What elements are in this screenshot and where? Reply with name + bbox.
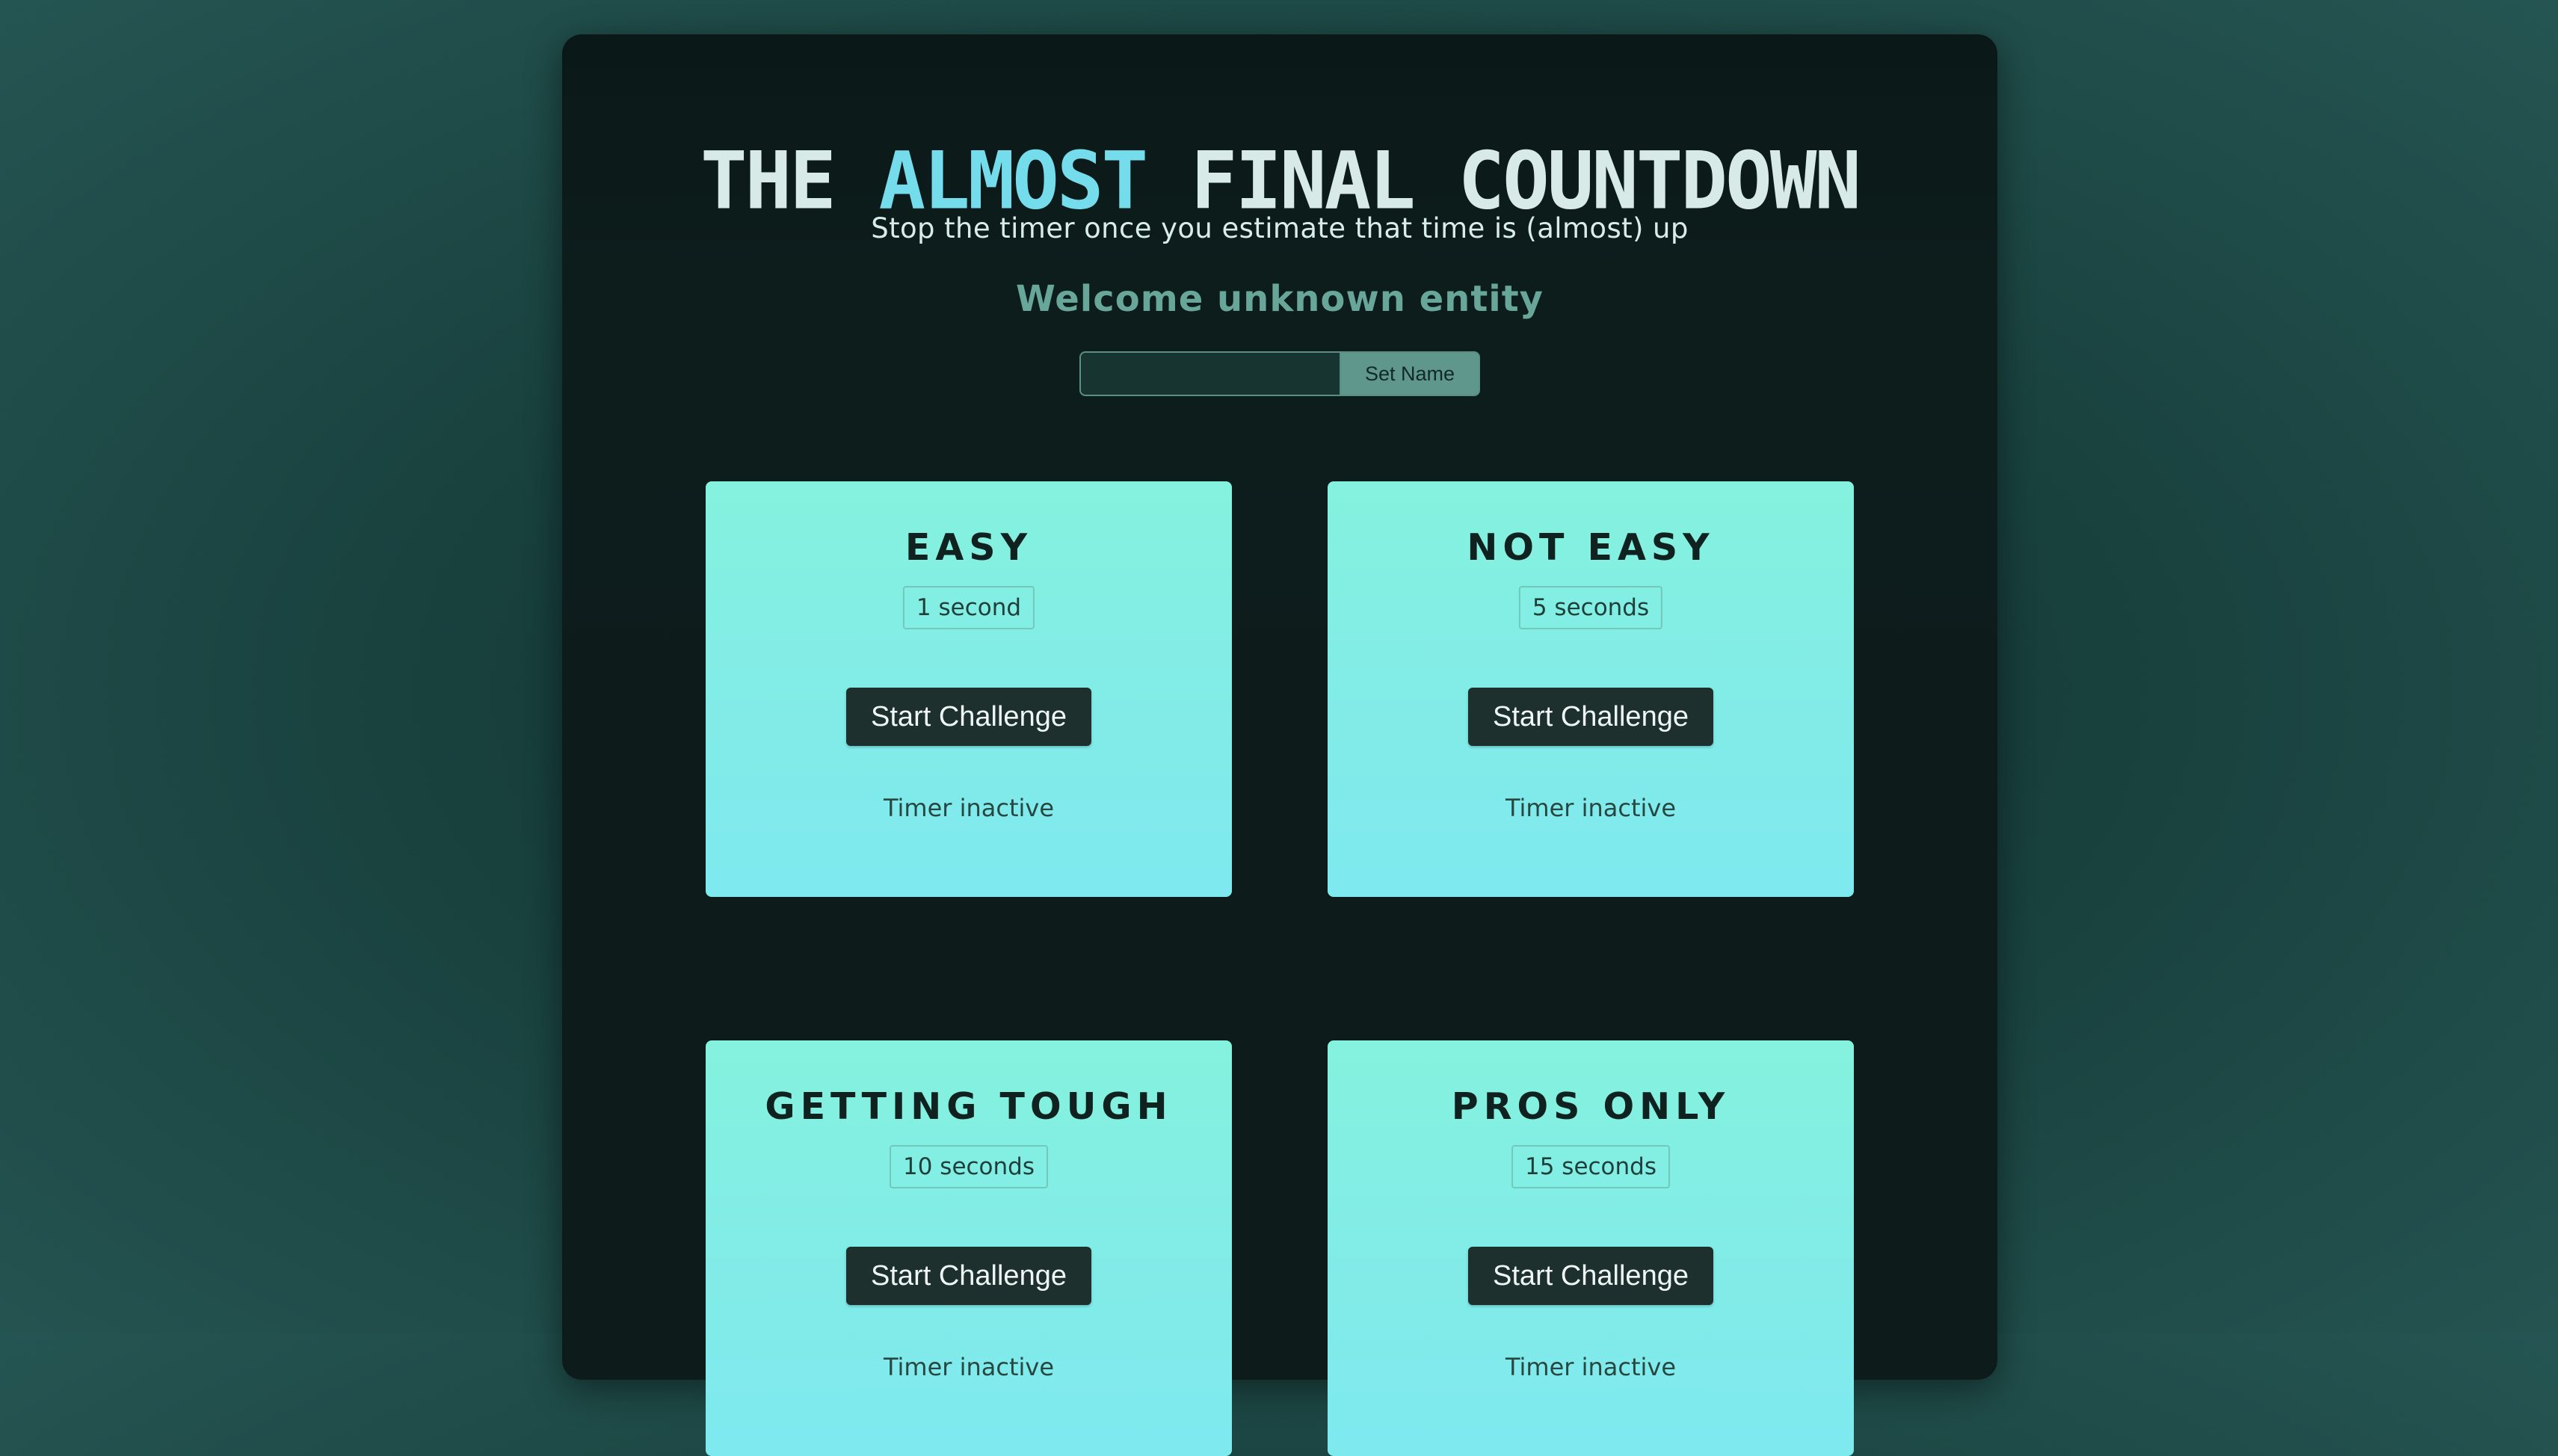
name-input[interactable] xyxy=(1079,351,1340,396)
challenge-card-not-easy: NOT EASY 5 seconds Start Challenge Timer… xyxy=(1328,481,1854,897)
challenge-card-pros-only: PROS ONLY 15 seconds Start Challenge Tim… xyxy=(1328,1040,1854,1456)
start-challenge-button[interactable]: Start Challenge xyxy=(846,1247,1091,1305)
duration-badge: 10 seconds xyxy=(889,1145,1049,1188)
app-container: THE ALMOST FINAL COUNTDOWN Stop the time… xyxy=(562,34,1997,1456)
challenge-card-getting-tough: GETTING TOUGH 10 seconds Start Challenge… xyxy=(706,1040,1232,1456)
challenge-title: NOT EASY xyxy=(1467,526,1715,569)
duration-badge: 5 seconds xyxy=(1518,586,1663,629)
challenge-title: PROS ONLY xyxy=(1451,1085,1730,1128)
challenge-title: EASY xyxy=(904,526,1033,569)
start-challenge-button[interactable]: Start Challenge xyxy=(1468,688,1713,746)
page-subtitle: Stop the timer once you estimate that ti… xyxy=(871,212,1689,244)
set-name-button[interactable]: Set Name xyxy=(1340,351,1480,396)
timer-status: Timer inactive xyxy=(883,794,1055,822)
timer-status: Timer inactive xyxy=(1505,794,1677,822)
page-title: THE ALMOST FINAL COUNTDOWN xyxy=(562,141,1997,220)
timer-status: Timer inactive xyxy=(883,1353,1055,1381)
timer-status: Timer inactive xyxy=(1505,1353,1677,1381)
start-challenge-button[interactable]: Start Challenge xyxy=(1468,1247,1713,1305)
duration-badge: 1 second xyxy=(902,586,1035,629)
challenge-title: GETTING TOUGH xyxy=(765,1085,1173,1128)
duration-badge: 15 seconds xyxy=(1511,1145,1671,1188)
start-challenge-button[interactable]: Start Challenge xyxy=(846,688,1091,746)
welcome-message: Welcome unknown entity xyxy=(1016,278,1544,320)
challenge-card-easy: EASY 1 second Start Challenge Timer inac… xyxy=(706,481,1232,897)
name-form: Set Name xyxy=(1079,351,1480,396)
